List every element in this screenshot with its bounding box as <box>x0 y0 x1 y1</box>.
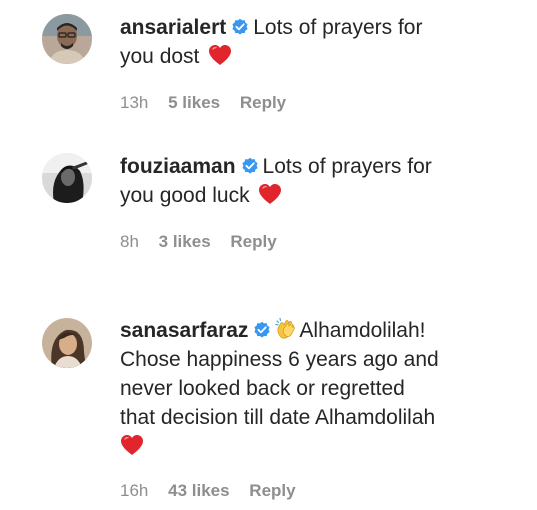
reply-button[interactable]: Reply <box>249 481 295 500</box>
red-heart-icon <box>259 184 282 204</box>
comment-meta: 16h 43 likes Reply <box>120 481 311 501</box>
username[interactable]: fouziaaman <box>120 155 236 178</box>
timestamp: 13h <box>120 93 149 112</box>
red-heart-icon <box>209 45 232 65</box>
username[interactable]: ansarialert <box>120 16 226 39</box>
comment-line: you good luck <box>120 184 250 207</box>
comment-line: that decision till date Alhamdolilah <box>120 406 436 429</box>
reply-button[interactable]: Reply <box>230 232 276 251</box>
timestamp: 8h <box>120 232 139 251</box>
verified-badge-icon <box>241 157 258 174</box>
comment-text: sanasarfaraz Alhamdolilah! Chose happines… <box>120 316 520 461</box>
comment-meta: 13h 5 likes Reply <box>120 93 301 113</box>
username[interactable]: sanasarfaraz <box>120 319 248 342</box>
red-heart-icon <box>121 435 143 455</box>
reply-button[interactable]: Reply <box>240 93 286 112</box>
verified-badge-icon <box>232 18 248 35</box>
likes-count[interactable]: 43 likes <box>168 481 229 500</box>
avatar[interactable] <box>42 153 92 203</box>
comment-line: Chose happiness 6 years ago and <box>120 348 439 371</box>
likes-count[interactable]: 5 likes <box>168 93 220 112</box>
comment-line: Lots of prayers for <box>253 16 423 39</box>
verified-badge-icon <box>254 321 270 338</box>
avatar[interactable] <box>42 318 92 368</box>
comment-line: never looked back or regretted <box>120 377 405 400</box>
comment-meta: 8h 3 likes Reply <box>120 232 292 252</box>
comment-text: fouziaaman Lots of prayers for you good l… <box>120 152 520 210</box>
comment-line: you dost <box>120 45 200 68</box>
comment-line: Alhamdolilah! <box>299 319 426 342</box>
clapping-hands-icon <box>275 317 296 339</box>
comment-text: ansarialert Lots of prayers for you dost <box>120 13 520 71</box>
likes-count[interactable]: 3 likes <box>159 232 211 251</box>
avatar[interactable] <box>42 14 92 64</box>
comment-line: Lots of prayers for <box>262 155 432 178</box>
timestamp: 16h <box>120 481 149 500</box>
